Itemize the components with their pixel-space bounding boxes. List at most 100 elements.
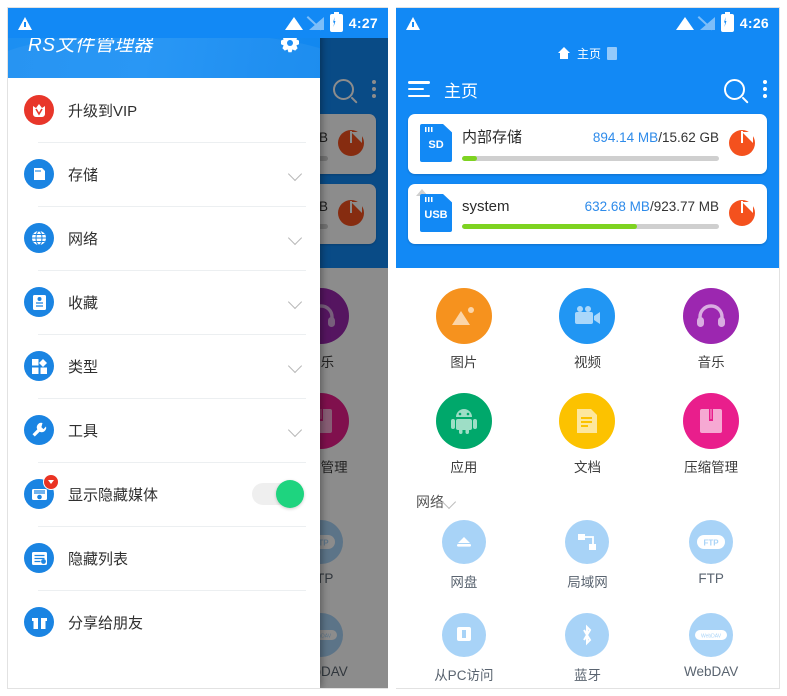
breadcrumb[interactable]: 主页	[408, 38, 767, 66]
hamburger-icon[interactable]	[408, 81, 430, 97]
chevron-down-icon	[287, 166, 303, 182]
image-icon	[435, 288, 492, 344]
drawer-item-list: 升级到VIP 存储 网络 收藏 类型 工具 显示隐藏媒体 隐藏列表 分享给朋友	[8, 78, 320, 688]
network-section-header[interactable]: 网络	[402, 482, 773, 514]
cloud-drive-icon	[441, 520, 486, 564]
bookmark-icon	[24, 287, 54, 317]
drawer-item-label: 网络	[68, 230, 99, 248]
drawer-item-types[interactable]: 类型	[8, 334, 320, 398]
category-tile-pictures[interactable]: 图片	[402, 282, 526, 377]
status-badge	[43, 474, 59, 490]
storage-progress-bar	[462, 155, 719, 161]
status-right-icons: 4:26	[675, 12, 769, 32]
storage-card-system[interactable]: USB system 632.68 MB/923.77 MB	[408, 184, 767, 244]
category-label: 压缩管理	[684, 460, 739, 475]
ftp-icon: FTP	[689, 520, 734, 564]
status-right-icons: 4:27	[284, 12, 378, 32]
category-tile-apps[interactable]: 应用	[402, 387, 526, 482]
network-tile-webdav[interactable]: WebDAV WebDAV	[649, 607, 773, 688]
drawer-item-network[interactable]: 网络	[8, 206, 320, 270]
volume-size: 632.68 MB/923.77 MB	[585, 199, 719, 214]
category-grid: 图片 视频 音乐 应用 文档 压缩管理	[402, 282, 773, 482]
left-phone-screen: 4:27 主页 主页	[8, 8, 388, 688]
network-tile-ftp[interactable]: FTP FTP	[649, 514, 773, 597]
drawer-item-label: 收藏	[68, 294, 99, 312]
drawer-item-label: 工具	[68, 422, 99, 440]
network-tile-clouddrive[interactable]: 网盘	[402, 514, 526, 597]
network-label: 局域网	[567, 575, 608, 590]
volume-used: 894.14 MB	[592, 129, 659, 145]
category-label: 音乐	[697, 355, 725, 370]
app-bar: 主页 主页	[396, 38, 779, 114]
drawer-item-vip[interactable]: 升级到VIP	[8, 78, 320, 142]
drawer-item-storage[interactable]: 存储	[8, 142, 320, 206]
volume-name: 内部存储	[462, 128, 523, 146]
network-label: 从PC访问	[434, 668, 494, 683]
drawer-item-tools[interactable]: 工具	[8, 398, 320, 462]
volume-total: 923.77 MB	[653, 198, 719, 214]
category-tile-archive[interactable]: 压缩管理	[649, 387, 773, 482]
pc-access-icon	[441, 613, 486, 657]
right-status-bar: 4:26	[396, 8, 779, 38]
svg-text:WebDAV: WebDAV	[701, 634, 722, 640]
hidden-list-icon	[24, 543, 54, 573]
chevron-down-icon	[287, 294, 303, 310]
storage-cards: SD 内部存储 894.14 MB/15.62 GB USB system 63…	[396, 114, 779, 268]
storage-card-internal[interactable]: SD 内部存储 894.14 MB/15.62 GB	[408, 114, 767, 174]
file-icon	[607, 46, 617, 60]
status-time: 4:27	[348, 15, 378, 31]
drawer-item-label: 隐藏列表	[68, 550, 129, 568]
volume-size: 894.14 MB/15.62 GB	[593, 130, 719, 145]
sdcard-icon	[24, 159, 54, 189]
drawer-item-label: 分享给朋友	[68, 614, 144, 632]
webdav-icon: WebDAV	[689, 613, 734, 657]
show-hidden-media-toggle[interactable]	[252, 480, 304, 508]
network-tile-lan[interactable]: 局域网	[526, 514, 650, 597]
status-left-icons	[18, 16, 32, 30]
android-icon	[435, 393, 492, 449]
page-title: 主页	[444, 81, 478, 101]
category-grid-icon	[24, 351, 54, 381]
battery-charging-icon	[329, 12, 343, 32]
right-phone-screen: 4:26 主页 主页 SD 内部存储 894.14 MB/15.62 GB US…	[396, 8, 779, 688]
breadcrumb-label: 主页	[576, 46, 601, 61]
vip-crown-icon	[24, 95, 54, 125]
category-label: 视频	[573, 355, 601, 370]
network-tile-bluetooth[interactable]: 蓝牙	[526, 607, 650, 688]
home-content: 图片 视频 音乐 应用 文档 压缩管理 网络 网盘 局域网 FTP FTP 从P…	[396, 268, 779, 688]
volume-used: 632.68 MB	[584, 198, 650, 214]
chevron-down-icon[interactable]	[441, 494, 457, 510]
navigation-drawer: RS文件管理器 升级到VIP 存储 网络 收藏 类型 工具 显示隐藏媒体 隐藏列…	[8, 8, 320, 688]
warning-icon	[406, 16, 420, 30]
network-label: FTP	[698, 571, 724, 586]
wifi-icon	[675, 16, 694, 30]
gift-icon	[24, 607, 54, 637]
network-label: WebDAV	[684, 664, 739, 679]
volume-total: 15.62 GB	[661, 129, 719, 145]
chevron-down-icon	[287, 422, 303, 438]
category-tile-music[interactable]: 音乐	[649, 282, 773, 377]
network-tile-pc-access[interactable]: 从PC访问	[402, 607, 526, 688]
category-tile-videos[interactable]: 视频	[526, 282, 650, 377]
drawer-item-label: 类型	[68, 358, 99, 376]
drawer-item-share[interactable]: 分享给朋友	[8, 590, 320, 654]
signal-off-icon	[697, 15, 715, 30]
kebab-menu-icon[interactable]	[763, 80, 767, 98]
lan-icon	[565, 520, 610, 564]
drawer-item-favorites[interactable]: 收藏	[8, 270, 320, 334]
document-icon	[559, 393, 616, 449]
drawer-item-show-hidden-media[interactable]: 显示隐藏媒体	[8, 462, 320, 526]
drawer-item-hidden-list[interactable]: 隐藏列表	[8, 526, 320, 590]
network-label: 网盘	[450, 575, 478, 590]
left-status-bar: 4:27	[8, 8, 388, 38]
app-bar-row: 主页	[408, 66, 767, 112]
sdcard-badge-icon: SD	[420, 124, 452, 162]
category-tile-documents[interactable]: 文档	[526, 387, 650, 482]
panel-gap	[388, 0, 396, 696]
pie-chart-icon[interactable]	[729, 200, 755, 226]
search-icon[interactable]	[724, 78, 745, 100]
category-label: 文档	[573, 460, 601, 475]
pie-chart-icon[interactable]	[729, 130, 755, 156]
home-icon	[557, 47, 571, 59]
svg-text:FTP: FTP	[704, 539, 720, 548]
